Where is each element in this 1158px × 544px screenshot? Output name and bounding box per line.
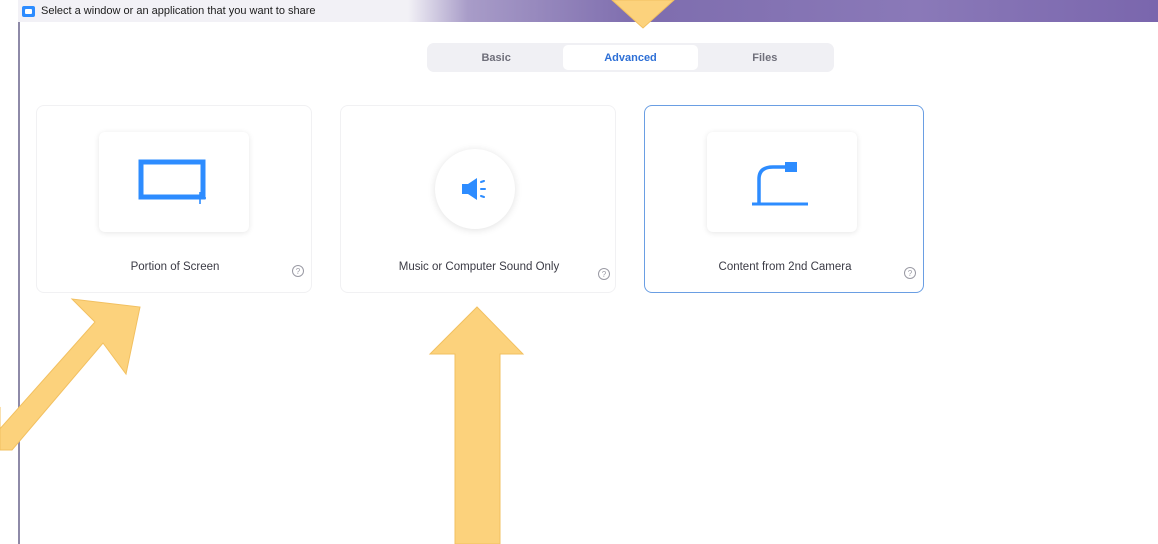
annotation-arrow-up (428, 306, 525, 544)
window-left-edge (0, 0, 20, 544)
second-camera-tile (707, 132, 857, 232)
computer-sound-tile (435, 149, 515, 229)
share-mode-tabs: Basic Advanced Files (427, 43, 834, 72)
option-portion-of-screen[interactable]: Portion of Screen ? (36, 105, 312, 293)
title-bar: Select a window or an application that y… (18, 0, 1158, 22)
help-icon[interactable]: ? (904, 267, 916, 279)
tab-files[interactable]: Files (698, 45, 832, 70)
option-second-camera[interactable]: Content from 2nd Camera ? (644, 105, 924, 293)
tab-basic[interactable]: Basic (429, 45, 563, 70)
option-label: Content from 2nd Camera (718, 261, 852, 273)
document-camera-icon (752, 162, 808, 206)
portion-of-screen-tile (99, 132, 249, 232)
option-label: Portion of Screen (130, 261, 220, 273)
option-computer-sound[interactable]: Music or Computer Sound Only ? (340, 105, 616, 293)
annotation-arrow-diagonal (0, 298, 141, 451)
help-icon[interactable]: ? (292, 265, 304, 277)
speaker-icon (462, 178, 486, 200)
tab-advanced[interactable]: Advanced (563, 45, 698, 70)
window-title: Select a window or an application that y… (41, 5, 316, 17)
help-icon[interactable]: ? (598, 268, 610, 280)
app-icon (22, 5, 35, 17)
option-label: Music or Computer Sound Only (398, 261, 560, 273)
portion-of-screen-icon (138, 159, 206, 204)
